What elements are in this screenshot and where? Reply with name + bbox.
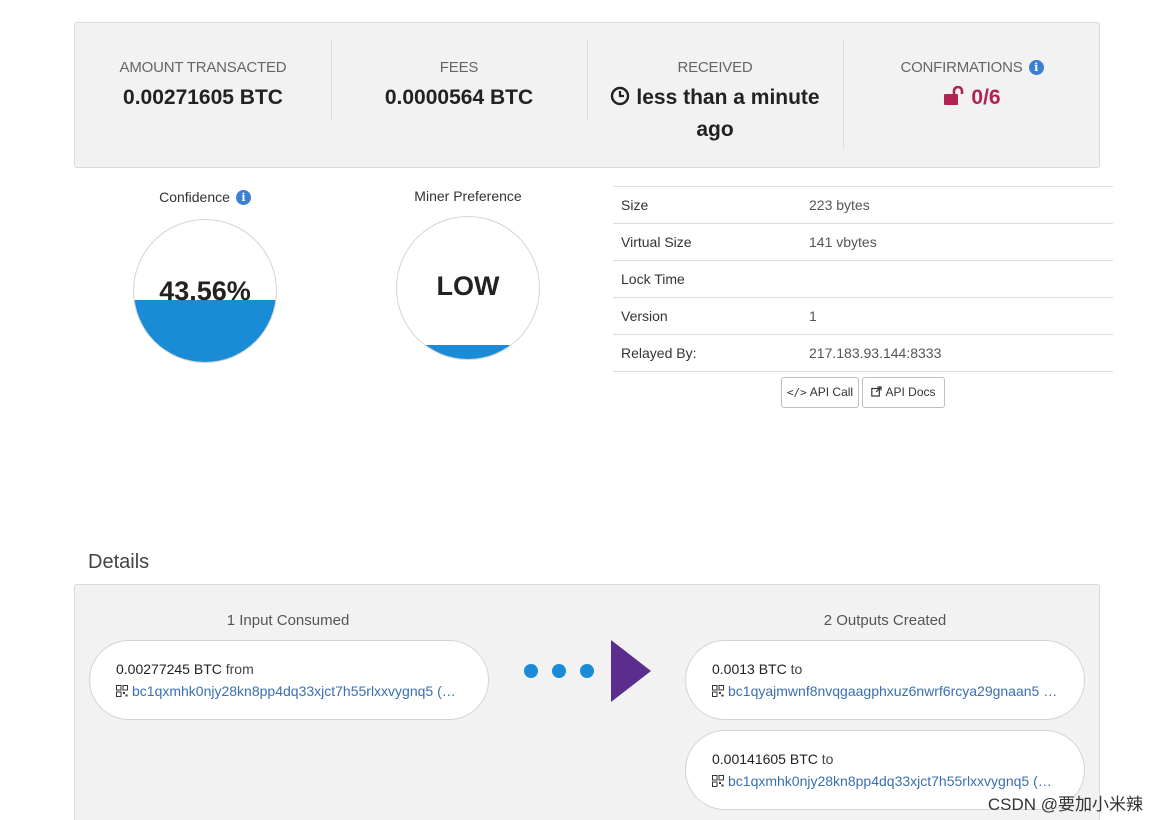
amount-transacted-label: AMOUNT TRANSACTED (119, 59, 287, 76)
row-key: Relayed By: (621, 345, 697, 361)
output-item: 0.0013 BTC to bc1qyajmwnf8nvqgaagphxuz6n… (685, 640, 1085, 720)
amount-transacted-value: 0.00271605 BTC (123, 86, 283, 109)
miner-preference-title: Miner Preference (414, 188, 522, 204)
flow-dot (552, 664, 566, 678)
row-value: 223 bytes (809, 197, 870, 213)
row-key: Lock Time (621, 271, 685, 287)
input-suffix: from (225, 661, 254, 677)
output-amount: 0.00141605 BTC (712, 751, 818, 767)
confidence-gauge-fill (134, 300, 276, 362)
confirmations-value: 0/6 (971, 86, 1001, 109)
row-value: 141 vbytes (809, 234, 877, 250)
flow-arrow-icon (611, 640, 651, 707)
table-row: Size 223 bytes (613, 187, 1113, 224)
confidence-value: 43.56% (159, 276, 251, 306)
transaction-info-table: Size 223 bytes Virtual Size 141 vbytes L… (613, 186, 1113, 372)
row-value: 1 (809, 308, 817, 324)
inputs-title: 1 Input Consumed (226, 612, 350, 629)
clock-icon (610, 85, 630, 115)
details-heading: Details (88, 551, 150, 573)
output-address[interactable]: bc1qyajmwnf8nvqgaagphxuz6nwrf6rcya29gnaa… (728, 683, 1057, 699)
info-icon[interactable]: i (1028, 60, 1044, 75)
row-key: Size (621, 197, 649, 213)
api-docs-label: API Docs (885, 385, 936, 399)
fees-value: 0.0000564 BTC (384, 86, 534, 109)
transaction-summary: AMOUNT TRANSACTED 0.00271605 BTC FEES 0.… (74, 22, 1100, 168)
api-call-button[interactable]: </> API Call (781, 377, 859, 408)
input-amount: 0.00277245 BTC (116, 661, 222, 677)
output-suffix: to (821, 751, 834, 767)
details-panel: 1 Input Consumed 2 Outputs Created 0.002… (74, 584, 1100, 820)
watermark: CSDN @要加小米辣 (987, 795, 1143, 814)
qr-code-icon[interactable] (712, 684, 724, 697)
input-address-link[interactable]: bc1qxmhk0njy28kn8pp4dq33xjct7h55rlxxvygn… (116, 683, 461, 699)
confirmations-label-wrap: CONFIRMATIONS i (843, 59, 1101, 76)
confirmations-value-wrap: 0/6 (843, 83, 1101, 115)
code-icon: </> (786, 386, 807, 399)
info-icon[interactable]: i (235, 190, 251, 205)
received-value-wrap: less than a minute ago (587, 83, 843, 145)
row-key: Virtual Size (621, 234, 692, 250)
outputs-title: 2 Outputs Created (823, 612, 947, 629)
output-address-link[interactable]: bc1qyajmwnf8nvqgaagphxuz6nwrf6rcya29gnaa… (712, 683, 1057, 699)
input-item: 0.00277245 BTC from bc1qxmhk0njy28kn8pp4… (89, 640, 489, 720)
miner-preference-gauge: LOW (396, 216, 540, 360)
amount-transacted-stat: AMOUNT TRANSACTED 0.00271605 BTC (75, 23, 331, 169)
confirmations-label: CONFIRMATIONS (900, 59, 1023, 76)
flow-dot (524, 664, 538, 678)
output-address-link[interactable]: bc1qxmhk0njy28kn8pp4dq33xjct7h55rlxxvygn… (712, 773, 1057, 789)
input-address[interactable]: bc1qxmhk0njy28kn8pp4dq33xjct7h55rlxxvygn… (132, 683, 456, 699)
received-stat: RECEIVED less than a minute ago (587, 23, 843, 169)
api-call-label: API Call (809, 385, 854, 399)
input-amount-wrap: 0.00277245 BTC from (116, 661, 254, 677)
table-row: Relayed By: 217.183.93.144:8333 (613, 335, 1113, 372)
table-row: Lock Time (613, 261, 1113, 298)
received-label: RECEIVED (677, 59, 753, 76)
output-address[interactable]: bc1qxmhk0njy28kn8pp4dq33xjct7h55rlxxvygn… (728, 773, 1052, 789)
output-amount-wrap: 0.0013 BTC to (712, 661, 802, 677)
row-key: Version (621, 308, 668, 324)
external-link-icon (871, 379, 883, 408)
miner-preference-gauge-fill (397, 344, 539, 359)
received-value: less than a minute ago (636, 86, 820, 141)
miner-preference-value: LOW (436, 271, 500, 301)
api-docs-button[interactable]: API Docs (862, 377, 945, 408)
flow-dot (580, 664, 594, 678)
table-row: Virtual Size 141 vbytes (613, 224, 1113, 261)
confidence-gauge: 43.56% (133, 219, 277, 363)
qr-code-icon[interactable] (712, 774, 724, 787)
confidence-title-wrap: Confidence i (130, 189, 280, 205)
confidence-title: Confidence (159, 189, 230, 205)
fees-label: FEES (439, 59, 479, 76)
table-row: Version 1 (613, 298, 1113, 335)
output-amount: 0.0013 BTC (712, 661, 787, 677)
output-suffix: to (790, 661, 803, 677)
confirmations-stat: CONFIRMATIONS i 0/6 (843, 23, 1101, 169)
qr-code-icon[interactable] (116, 684, 128, 697)
fees-stat: FEES 0.0000564 BTC (331, 23, 587, 169)
unlock-icon (943, 85, 965, 115)
row-value: 217.183.93.144:8333 (809, 345, 942, 361)
output-amount-wrap: 0.00141605 BTC to (712, 751, 833, 767)
